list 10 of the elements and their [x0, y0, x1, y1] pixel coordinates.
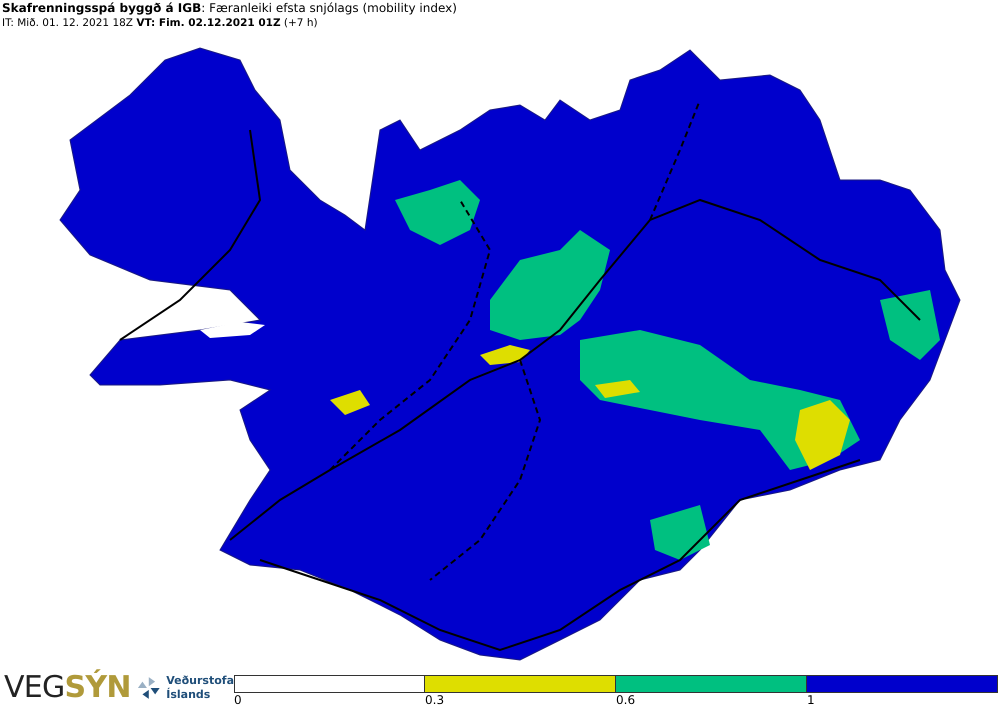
legend-label: 0.6	[616, 693, 636, 707]
agency-name: Veðurstofa	[166, 674, 234, 688]
agency-name: Íslands	[166, 688, 212, 702]
star-logo-icon	[136, 674, 160, 700]
forecast-time: IT: Mið. 01. 12. 2021 18Z VT: Fim. 02.12.2021 01Z (+7 h)	[2, 16, 318, 30]
map-title: Skafrenningsspá byggð á IGB: Færanleiki efsta snjólags (mobility index)	[2, 1, 457, 16]
legend-label: 1	[807, 693, 815, 707]
vegsyn-logo: VEGSÝN	[4, 672, 131, 704]
legend-label: 0	[234, 693, 242, 707]
legend-label: 0.3	[425, 693, 444, 707]
